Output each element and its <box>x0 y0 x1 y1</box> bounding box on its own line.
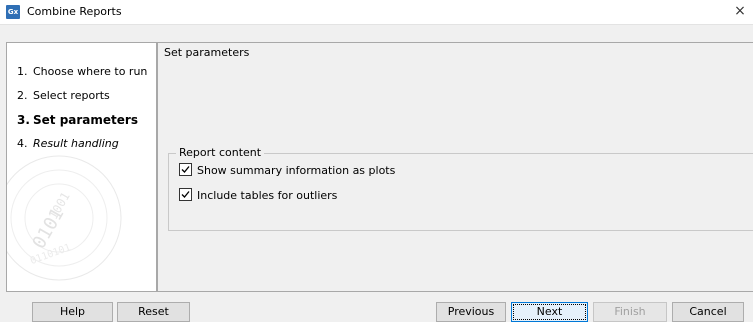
step-label: Set parameters <box>33 113 138 127</box>
step-number: 2. <box>17 89 28 102</box>
step-number: 1. <box>17 65 28 78</box>
combine-reports-dialog: Gx Combine Reports × 0101 1001 0110101 1… <box>0 0 753 322</box>
step-label: Select reports <box>33 89 110 102</box>
section-title: Set parameters <box>164 46 250 59</box>
close-icon[interactable]: × <box>731 2 749 20</box>
wizard-steps-panel: 0101 1001 0110101 1. Choose where to run … <box>6 42 157 292</box>
include-outlier-tables-option[interactable]: Include tables for outliers <box>179 188 337 203</box>
previous-button[interactable]: Previous <box>436 302 506 322</box>
checkmark-icon <box>181 166 190 173</box>
step-result-handling: 4. Result handling <box>17 137 119 151</box>
parameters-panel: Set parameters Report content Show summa… <box>157 42 753 292</box>
reset-button[interactable]: Reset <box>117 302 190 322</box>
window-title: Combine Reports <box>27 5 122 18</box>
checkbox-label: Include tables for outliers <box>197 189 338 202</box>
step-label: Choose where to run <box>33 65 148 78</box>
binary-watermark-icon: 0101 1001 0110101 <box>7 155 122 281</box>
step-number: 3. <box>17 113 30 127</box>
dialog-button-bar: Help Reset Previous Next Finish Cancel <box>0 302 753 322</box>
title-bar: Gx Combine Reports × <box>0 0 753 25</box>
gx-app-icon: Gx <box>6 5 20 19</box>
group-title: Report content <box>176 146 265 159</box>
next-button[interactable]: Next <box>511 302 588 322</box>
dialog-body: 0101 1001 0110101 1. Choose where to run … <box>0 25 753 302</box>
finish-button[interactable]: Finish <box>593 302 667 322</box>
report-content-group: Report content Show summary information … <box>168 146 753 231</box>
checkmark-icon <box>181 191 190 198</box>
step-select-reports: 2. Select reports <box>17 89 110 103</box>
show-summary-plots-option[interactable]: Show summary information as plots <box>179 163 395 178</box>
step-label: Result handling <box>33 137 119 150</box>
include-outlier-tables-checkbox[interactable] <box>179 188 192 201</box>
step-choose-where-to-run: 1. Choose where to run <box>17 65 147 79</box>
help-button[interactable]: Help <box>32 302 113 322</box>
cancel-button[interactable]: Cancel <box>672 302 744 322</box>
show-summary-plots-checkbox[interactable] <box>179 163 192 176</box>
checkbox-label: Show summary information as plots <box>197 164 396 177</box>
step-set-parameters: 3. Set parameters <box>17 113 138 127</box>
step-number: 4. <box>17 137 28 150</box>
